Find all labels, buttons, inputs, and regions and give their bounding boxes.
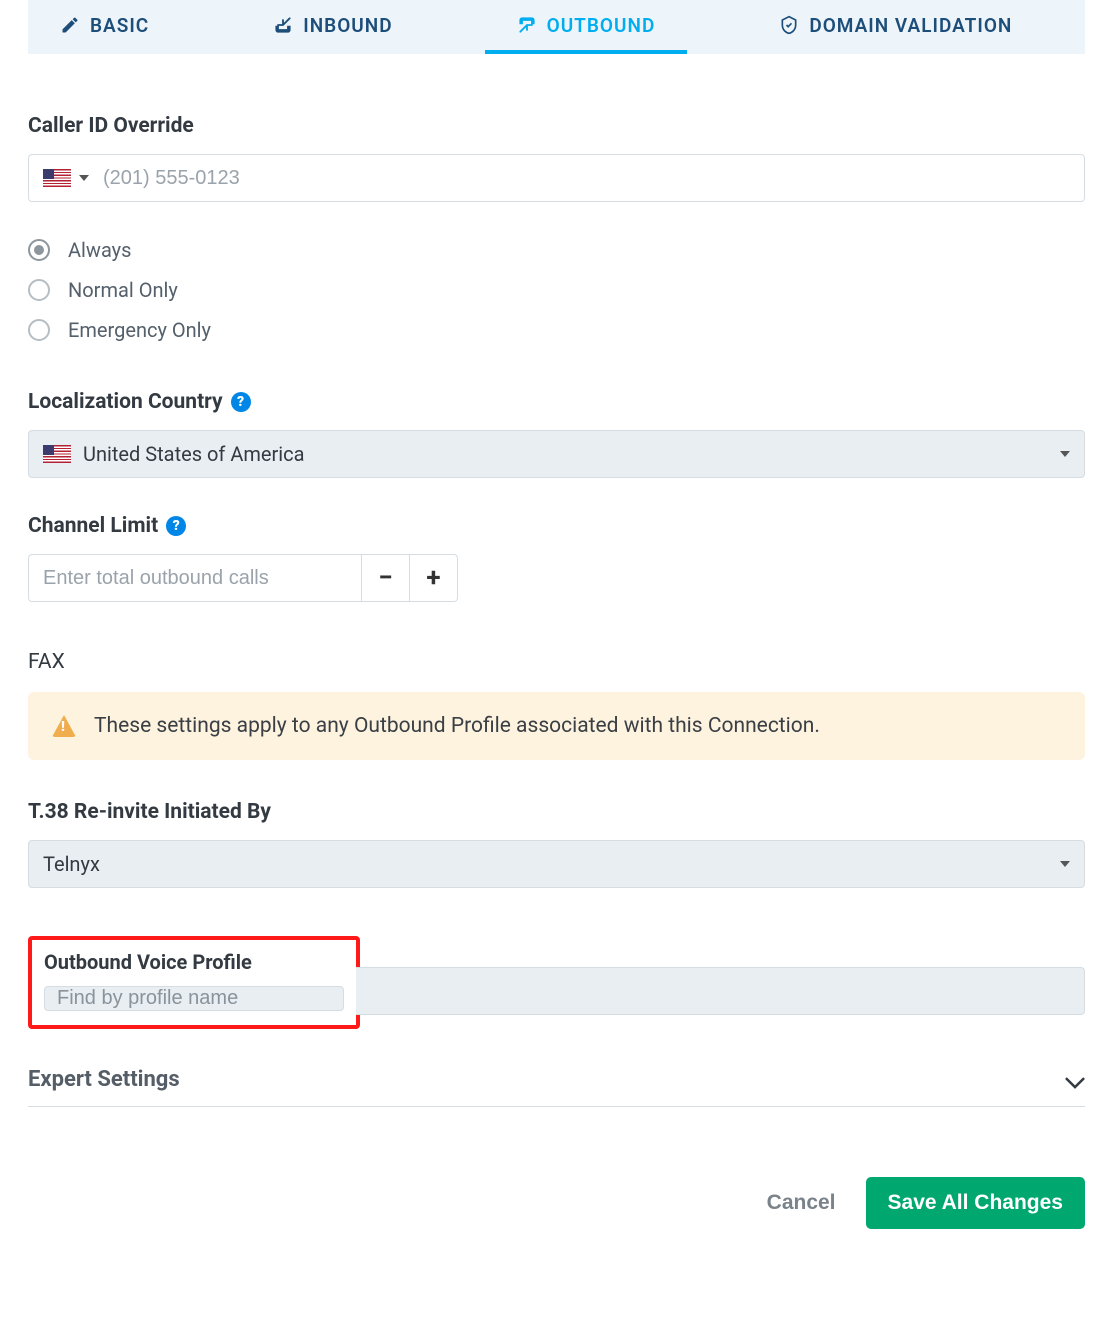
localization-label: Localization Country ? (28, 390, 1085, 414)
tab-basic-label: BASIC (90, 14, 149, 37)
fax-heading: FAX (28, 650, 1085, 674)
radio-emergency-label: Emergency Only (68, 318, 211, 342)
radio-emergency-only[interactable] (28, 319, 50, 341)
caller-id-mode-group: Always Normal Only Emergency Only (28, 230, 1085, 350)
domain-validation-icon (779, 15, 799, 35)
expert-settings-label: Expert Settings (28, 1067, 1065, 1092)
t38-select[interactable]: Telnyx (28, 840, 1085, 888)
tab-outbound-label: OUTBOUND (547, 14, 656, 37)
caret-down-icon (1060, 861, 1070, 867)
localization-select[interactable]: United States of America (28, 430, 1085, 478)
footer-actions: Cancel Save All Changes (28, 1107, 1085, 1269)
radio-always[interactable] (28, 239, 50, 261)
outbound-profile-search-wrap (44, 986, 344, 1011)
tab-inbound[interactable]: INBOUND (241, 0, 424, 54)
radio-normal-only[interactable] (28, 279, 50, 301)
outbound-profile-search-extension[interactable] (356, 967, 1085, 1015)
t38-label: T.38 Re-invite Initiated By (28, 800, 1085, 824)
inbound-icon (273, 15, 293, 35)
stepper-plus-button[interactable]: + (410, 554, 458, 602)
help-icon[interactable]: ? (166, 516, 186, 536)
expert-settings-toggle[interactable]: Expert Settings (28, 1053, 1085, 1107)
save-button[interactable]: Save All Changes (866, 1177, 1085, 1229)
t38-selected: Telnyx (43, 852, 1052, 876)
localization-selected: United States of America (83, 442, 1052, 466)
us-flag-icon[interactable] (43, 169, 71, 187)
outbound-profile-search-input[interactable] (57, 987, 331, 1010)
tab-domain-validation-label: DOMAIN VALIDATION (809, 14, 1012, 37)
caret-down-icon[interactable] (79, 175, 89, 181)
us-flag-icon (43, 445, 71, 463)
channel-limit-stepper: − + (28, 554, 458, 602)
tab-domain-validation[interactable]: DOMAIN VALIDATION (747, 0, 1044, 54)
radio-always-label: Always (68, 238, 131, 262)
chevron-down-icon (1065, 1074, 1085, 1086)
caller-id-input[interactable] (103, 167, 1070, 190)
help-icon[interactable]: ? (231, 392, 251, 412)
channel-limit-label: Channel Limit ? (28, 514, 1085, 538)
stepper-minus-button[interactable]: − (362, 554, 410, 602)
caller-id-input-wrap (28, 154, 1085, 202)
tabs-bar: BASIC INBOUND OUTBOUND DOMAIN VALIDATION (28, 0, 1085, 54)
outbound-icon (517, 15, 537, 35)
caller-id-label: Caller ID Override (28, 114, 1085, 138)
fax-alert-text: These settings apply to any Outbound Pro… (94, 714, 820, 738)
pencil-icon (60, 15, 80, 35)
outbound-profile-label: Outbound Voice Profile (44, 950, 344, 974)
fax-alert: These settings apply to any Outbound Pro… (28, 692, 1085, 760)
warning-icon (52, 715, 76, 737)
tab-basic[interactable]: BASIC (28, 0, 181, 54)
radio-normal-label: Normal Only (68, 278, 178, 302)
tab-inbound-label: INBOUND (303, 14, 392, 37)
cancel-button[interactable]: Cancel (757, 1177, 846, 1229)
outbound-voice-profile-highlight: Outbound Voice Profile (28, 936, 360, 1029)
caret-down-icon (1060, 451, 1070, 457)
channel-limit-input[interactable] (28, 554, 362, 602)
tab-outbound[interactable]: OUTBOUND (485, 0, 688, 54)
